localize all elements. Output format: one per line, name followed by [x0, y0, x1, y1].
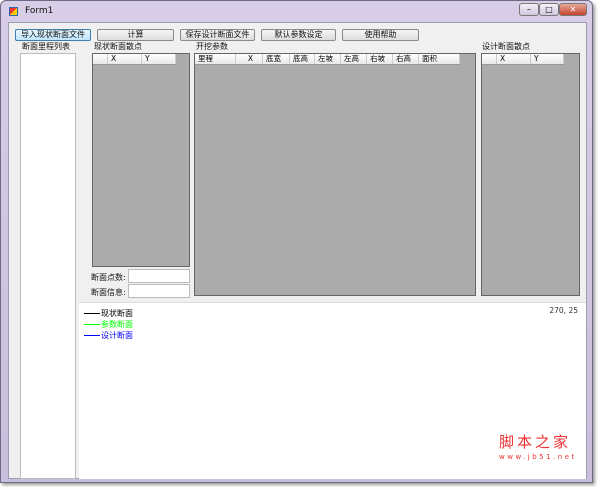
save-design-button[interactable]: 保存设计断面文件: [180, 29, 255, 41]
mileage-list-label: 断面里程列表: [22, 42, 70, 51]
excavation-label: 开挖参数: [196, 42, 228, 51]
column-header[interactable]: 右高: [393, 54, 419, 64]
watermark-url: www.jb51.net: [499, 453, 577, 461]
calculate-button[interactable]: 计算: [97, 29, 174, 41]
default-params-button[interactable]: 默认参数设定: [261, 29, 336, 41]
column-header[interactable]: Y: [531, 54, 564, 64]
design-points-label: 设计断面散点: [482, 42, 530, 51]
client-area: 导入现状断面文件 计算 保存设计断面文件 默认参数设定 使用帮助 断面里程列表 …: [8, 22, 587, 479]
column-header[interactable]: 里程: [195, 54, 236, 64]
column-header[interactable]: X: [108, 54, 142, 64]
app-icon: [9, 7, 18, 16]
column-header[interactable]: 左坡: [315, 54, 341, 64]
column-header[interactable]: 底宽: [263, 54, 290, 64]
window-title: Form1: [25, 6, 54, 16]
close-button[interactable]: ✕: [559, 3, 587, 16]
help-button[interactable]: 使用帮助: [342, 29, 419, 41]
legend-item-design: 设计断面: [84, 330, 133, 341]
excavation-grid[interactable]: 里程 X 底宽 底高 左坡 左高 右坡 右高 面积: [194, 53, 476, 296]
minimize-button[interactable]: –: [519, 3, 539, 16]
watermark-logo: 脚本之家: [499, 433, 572, 451]
column-header[interactable]: 面积: [419, 54, 460, 64]
section-info-label: 断面信息:: [91, 288, 126, 297]
import-file-button[interactable]: 导入现状断面文件: [15, 29, 91, 41]
point-count-field[interactable]: [128, 269, 190, 283]
current-points-grid[interactable]: XY: [92, 53, 190, 267]
legend-item-current: 现状断面: [84, 308, 133, 319]
mileage-listbox[interactable]: [20, 53, 76, 479]
chart-panel[interactable]: 270, 25 现状断面 参数断面 设计断面 脚本之家 www.jb51.net: [79, 302, 586, 479]
column-header[interactable]: Y: [142, 54, 176, 64]
current-points-label: 现状断面散点: [94, 42, 142, 51]
column-header[interactable]: 底高: [290, 54, 315, 64]
legend-item-param: 参数断面: [84, 319, 133, 330]
column-header[interactable]: 左高: [341, 54, 367, 64]
design-points-grid[interactable]: XY: [481, 53, 580, 296]
column-header[interactable]: X: [497, 54, 531, 64]
point-count-label: 断面点数:: [91, 273, 126, 282]
column-header[interactable]: 右坡: [367, 54, 393, 64]
column-header[interactable]: X: [236, 54, 263, 64]
section-info-field[interactable]: [128, 284, 190, 298]
maximize-button[interactable]: □: [539, 3, 559, 16]
coordinate-readout: 270, 25: [549, 306, 578, 315]
main-window: Form1 – □ ✕ 导入现状断面文件 计算 保存设计断面文件 默认参数设定 …: [0, 0, 593, 483]
